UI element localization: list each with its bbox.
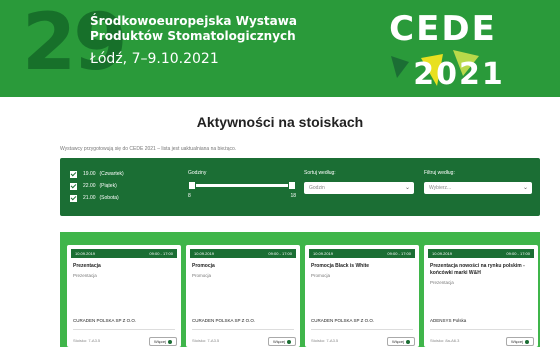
page-title: Aktywności na stoiskach	[196, 114, 364, 130]
card-type: Promocja	[192, 273, 212, 278]
event-title: Środkowoeuropejska Wystawa Produktów Sto…	[90, 14, 297, 44]
day-label: (Sobota)	[99, 195, 119, 201]
logo-text-top: CEDE	[389, 9, 497, 49]
hours-filter: Godziny 8 18	[188, 170, 296, 199]
day-checkbox[interactable]: 19.00 (Czwartek)	[70, 168, 124, 180]
filter-panel: 19.00 (Czwartek) 22.00 (Piątek) 21.00 (S…	[60, 158, 540, 216]
checkbox-checked-icon[interactable]	[70, 194, 77, 202]
day-label: (Czwartek)	[99, 171, 124, 177]
hours-min-value: 8	[188, 193, 191, 199]
card-stand: Stoisko: 7-A3.5	[311, 338, 339, 343]
more-button-label: Więcej	[510, 339, 523, 344]
arrow-circle-icon	[406, 339, 410, 344]
card-header: 10.09.2019 09:00 - 17:00	[71, 249, 177, 258]
card-company: ADENSYS Polska	[430, 318, 467, 323]
card-date: 10.09.2019	[75, 251, 96, 256]
more-button[interactable]: Więcej	[386, 337, 415, 346]
sort-select[interactable]: Godzin ⌄	[304, 182, 414, 194]
day-checkboxes: 19.00 (Czwartek) 22.00 (Piątek) 21.00 (S…	[70, 168, 124, 204]
card-company: CURADEN POLSKA SP Z O.O.	[192, 318, 256, 323]
card-header: 10.09.2019 09:00 - 17:00	[190, 249, 296, 258]
card-date: 10.09.2019	[194, 251, 215, 256]
more-button[interactable]: Więcej	[267, 337, 296, 346]
card-company: CURADEN POLSKA SP Z O.O.	[73, 318, 137, 323]
activity-card[interactable]: 10.09.2019 09:00 - 17:00 Promocja Promoc…	[186, 245, 300, 347]
hours-slider-min-handle[interactable]	[188, 181, 196, 190]
logo-text-bottom: 2021	[413, 57, 505, 92]
day-time: 19.00	[83, 171, 96, 177]
checkbox-checked-icon[interactable]	[70, 170, 77, 178]
card-time: 09:00 - 17:00	[506, 251, 530, 256]
checkbox-checked-icon[interactable]	[70, 182, 77, 190]
more-button-label: Więcej	[391, 339, 404, 344]
card-time: 09:00 - 17:00	[268, 251, 292, 256]
logo-shape	[391, 56, 409, 78]
arrow-circle-icon	[525, 339, 529, 344]
header-banner: 29 Środkowoeuropejska Wystawa Produktów …	[0, 0, 560, 97]
sort-filter: Sortuj według: Godzin ⌄	[304, 170, 414, 194]
day-checkbox[interactable]: 22.00 (Piątek)	[70, 180, 124, 192]
card-title: Promocja	[192, 263, 215, 269]
hours-max-value: 18	[290, 193, 296, 199]
chevron-down-icon: ⌄	[404, 185, 410, 191]
event-title-line1: Środkowoeuropejska Wystawa	[90, 14, 297, 28]
card-title: Promocja Black is White	[311, 263, 370, 269]
filter-label: Filtruj według:	[424, 170, 455, 176]
activity-card[interactable]: 10.09.2019 09:00 - 17:00 Prezentacja now…	[424, 245, 538, 347]
cede-logo: CEDE 2021	[389, 9, 505, 92]
card-type: Prezentacja	[73, 273, 97, 278]
day-time: 21.00	[83, 195, 96, 201]
day-checkbox[interactable]: 21.00 (Sobota)	[70, 192, 124, 204]
filter-by: Filtruj według: Wybierz... ⌄	[424, 170, 532, 194]
chevron-down-icon: ⌄	[522, 185, 528, 191]
card-header: 10.09.2019 09:00 - 17:00	[309, 249, 415, 258]
activity-card[interactable]: 10.09.2019 09:00 - 17:00 Promocja Black …	[305, 245, 419, 347]
card-date: 10.09.2019	[432, 251, 453, 256]
sort-select-value: Godzin	[309, 185, 325, 191]
card-company: CURADEN POLSKA SP Z O.O.	[311, 318, 375, 323]
more-button-label: Więcej	[272, 339, 285, 344]
card-title: Prezentacja nowości na rynku polskim - k…	[430, 263, 525, 276]
card-divider	[311, 329, 413, 330]
card-type: Promocja	[311, 273, 331, 278]
more-button-label: Więcej	[153, 339, 166, 344]
day-label: (Piątek)	[99, 183, 117, 189]
arrow-circle-icon	[287, 339, 291, 344]
card-stand: Stoisko: 8a-A6.3	[430, 338, 460, 343]
hours-slider-track[interactable]	[188, 184, 296, 187]
arrow-circle-icon	[168, 339, 172, 344]
sort-label: Sortuj według:	[304, 170, 336, 176]
more-button[interactable]: Więcej	[148, 337, 177, 346]
hours-label: Godziny	[188, 170, 207, 176]
card-header: 10.09.2019 09:00 - 17:00	[428, 249, 534, 258]
card-divider	[192, 329, 294, 330]
event-title-line2: Produktów Stomatologicznych	[90, 29, 296, 43]
filter-select[interactable]: Wybierz... ⌄	[424, 182, 532, 194]
card-time: 09:00 - 17:00	[387, 251, 411, 256]
event-date: Łódź, 7–9.10.2021	[90, 51, 219, 67]
intro-text: Wystawcy przygotowują się do CEDE 2021 –…	[60, 146, 237, 152]
more-button[interactable]: Więcej	[505, 337, 534, 346]
card-divider	[73, 329, 175, 330]
card-title: Prezentacja	[73, 263, 101, 269]
card-stand: Stoisko: 7-A3.5	[73, 338, 101, 343]
activity-card[interactable]: 10.09.2019 09:00 - 17:00 Prezentacja Pre…	[67, 245, 181, 347]
filter-select-value: Wybierz...	[429, 185, 452, 191]
day-time: 22.00	[83, 183, 96, 189]
hours-slider-max-handle[interactable]	[288, 181, 296, 190]
card-divider	[430, 329, 532, 330]
card-date: 10.09.2019	[313, 251, 334, 256]
card-stand: Stoisko: 7-A3.5	[192, 338, 220, 343]
card-time: 09:00 - 17:00	[149, 251, 173, 256]
card-type: Prezentacja	[430, 280, 454, 285]
